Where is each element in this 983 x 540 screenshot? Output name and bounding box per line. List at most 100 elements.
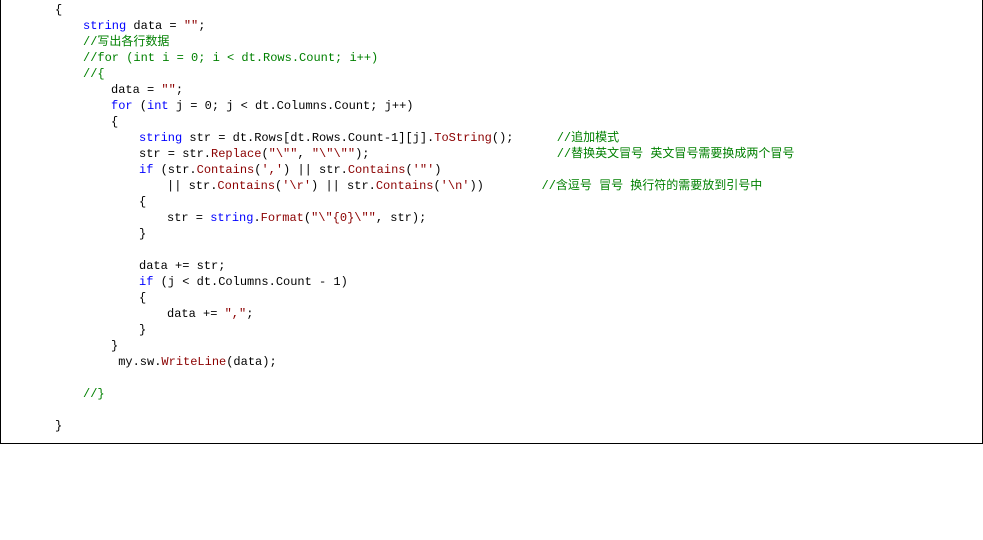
code-token: AppendCSV (192, 0, 257, 1)
code-token: //追加模式 (513, 131, 620, 145)
code-line: data += str; (139, 258, 225, 274)
code-line: my.sw.WriteLine(data); (111, 354, 277, 370)
code-line: //写出各行数据 (83, 34, 169, 50)
code-token: for (111, 99, 133, 113)
code-line: string str = dt.Rows[dt.Rows.Count-1][j]… (139, 130, 619, 146)
code-line: //for (int i = 0; i < dt.Rows.Count; i++… (83, 50, 378, 66)
code-line: data = ""; (111, 82, 183, 98)
code-token: ) || str. (311, 179, 376, 193)
code-token: Format (260, 211, 304, 225)
code-line: if (str.Contains(',') || str.Contains('"… (139, 162, 441, 178)
code-token: //替换英文冒号 英文冒号需要换成两个冒号 (556, 147, 795, 161)
code-token: dt) (444, 0, 473, 1)
code-line: for (int j = 0; j < dt.Columns.Count; j+… (111, 98, 413, 114)
code-token: ; (246, 307, 254, 321)
code-token: '\r' (282, 179, 312, 193)
code-token: { (55, 3, 63, 17)
code-token: //{ (83, 67, 105, 81)
code-token: Contains (196, 163, 255, 177)
code-token: //} (83, 387, 105, 401)
code-token: )) (469, 179, 542, 193)
code-line: //{ (83, 66, 105, 82)
code-token: } (111, 339, 119, 353)
code-line: || str.Contains('\r') || str.Contains('\… (167, 178, 762, 194)
code-token: Replace (211, 147, 262, 161)
code-token: int (147, 99, 169, 113)
code-line: { (111, 114, 118, 130)
code-token: data += str; (139, 259, 226, 273)
code-token: ); (355, 147, 557, 161)
code-token: //含逗号 冒号 换行符的需要放到引号中 (541, 179, 763, 193)
code-line: } (139, 226, 146, 242)
code-token: (j < dt.Columns.Count - 1) (153, 275, 348, 289)
code-token: WriteLine (161, 355, 227, 369)
code-token: data = (111, 83, 162, 97)
code-token: ( (405, 163, 413, 177)
code-token: "," (224, 307, 247, 321)
code-token: DataTable (379, 0, 444, 1)
code-line: str = string.Format("\"{0}\"", str); (167, 210, 426, 226)
code-token: str = str. (139, 147, 212, 161)
code-token: data += (167, 307, 225, 321)
code-token: ',' (261, 163, 284, 177)
code-token: string (210, 211, 254, 225)
code-line: { (139, 194, 146, 210)
code-token: { (139, 195, 147, 209)
code-line: } (55, 418, 62, 434)
code-token: string (83, 19, 127, 33)
code-token: j = 0; j < dt.Columns.Count; j++) (168, 99, 414, 113)
code-token: //写出各行数据 (83, 35, 170, 49)
code-token: str = (167, 211, 211, 225)
code-token: ( (132, 99, 148, 113)
code-token: public (55, 0, 98, 1)
code-token: Contains (347, 163, 406, 177)
code-line: str = str.Replace("\"", "\"\""); //替换英文冒… (139, 146, 794, 162)
code-token: str = dt.Rows[dt.Rows.Count-1][j]. (182, 131, 435, 145)
code-line: } (111, 338, 118, 354)
code-token: data = (126, 19, 184, 33)
code-line: public static void AppendCSV(myCSVWriter… (55, 0, 473, 2)
code-token: ToString (434, 131, 492, 145)
code-token: void (156, 0, 185, 1)
code-token: "\"{0}\"" (311, 211, 376, 225)
code-token: '"' (412, 163, 435, 177)
code-token: my, (343, 0, 379, 1)
code-token: . (253, 211, 261, 225)
code-token: } (139, 227, 147, 241)
code-token: "" (161, 83, 176, 97)
code-line: string data = ""; (83, 18, 205, 34)
code-token: if (139, 275, 154, 289)
code-editor-frame: public static void AppendCSV(myCSVWriter… (0, 0, 983, 444)
code-token: "\"\"" (311, 147, 356, 161)
code-token: { (139, 291, 147, 305)
code-token: myCSVWriter (264, 0, 343, 1)
code-token: static (105, 0, 148, 1)
code-line: if (j < dt.Columns.Count - 1) (139, 274, 348, 290)
code-token: ( (257, 0, 264, 1)
code-token: (); (491, 131, 514, 145)
code-token: //for (int i = 0; i < dt.Rows.Count; i++… (83, 51, 379, 65)
code-token: } (139, 323, 147, 337)
code-token: ( (261, 147, 269, 161)
code-token: "" (183, 19, 199, 33)
code-token: ; (198, 19, 206, 33)
code-line: //} (83, 386, 105, 402)
code-line: { (55, 2, 62, 18)
code-token: } (55, 419, 63, 433)
code-token: ) (434, 163, 442, 177)
code-token: || str. (167, 179, 218, 193)
code-token: ; (175, 83, 184, 97)
code-token: my.sw. (111, 355, 162, 369)
code-token: ( (433, 179, 441, 193)
code-token: ( (303, 211, 312, 225)
code-token: (data); (226, 355, 277, 369)
code-token: '\n' (440, 179, 470, 193)
code-line: data += ","; (167, 306, 253, 322)
code-token: Contains (375, 179, 434, 193)
code-line: } (139, 322, 146, 338)
code-token: , str); (375, 211, 427, 225)
code-token: { (111, 115, 119, 129)
code-token: "\"" (268, 147, 298, 161)
